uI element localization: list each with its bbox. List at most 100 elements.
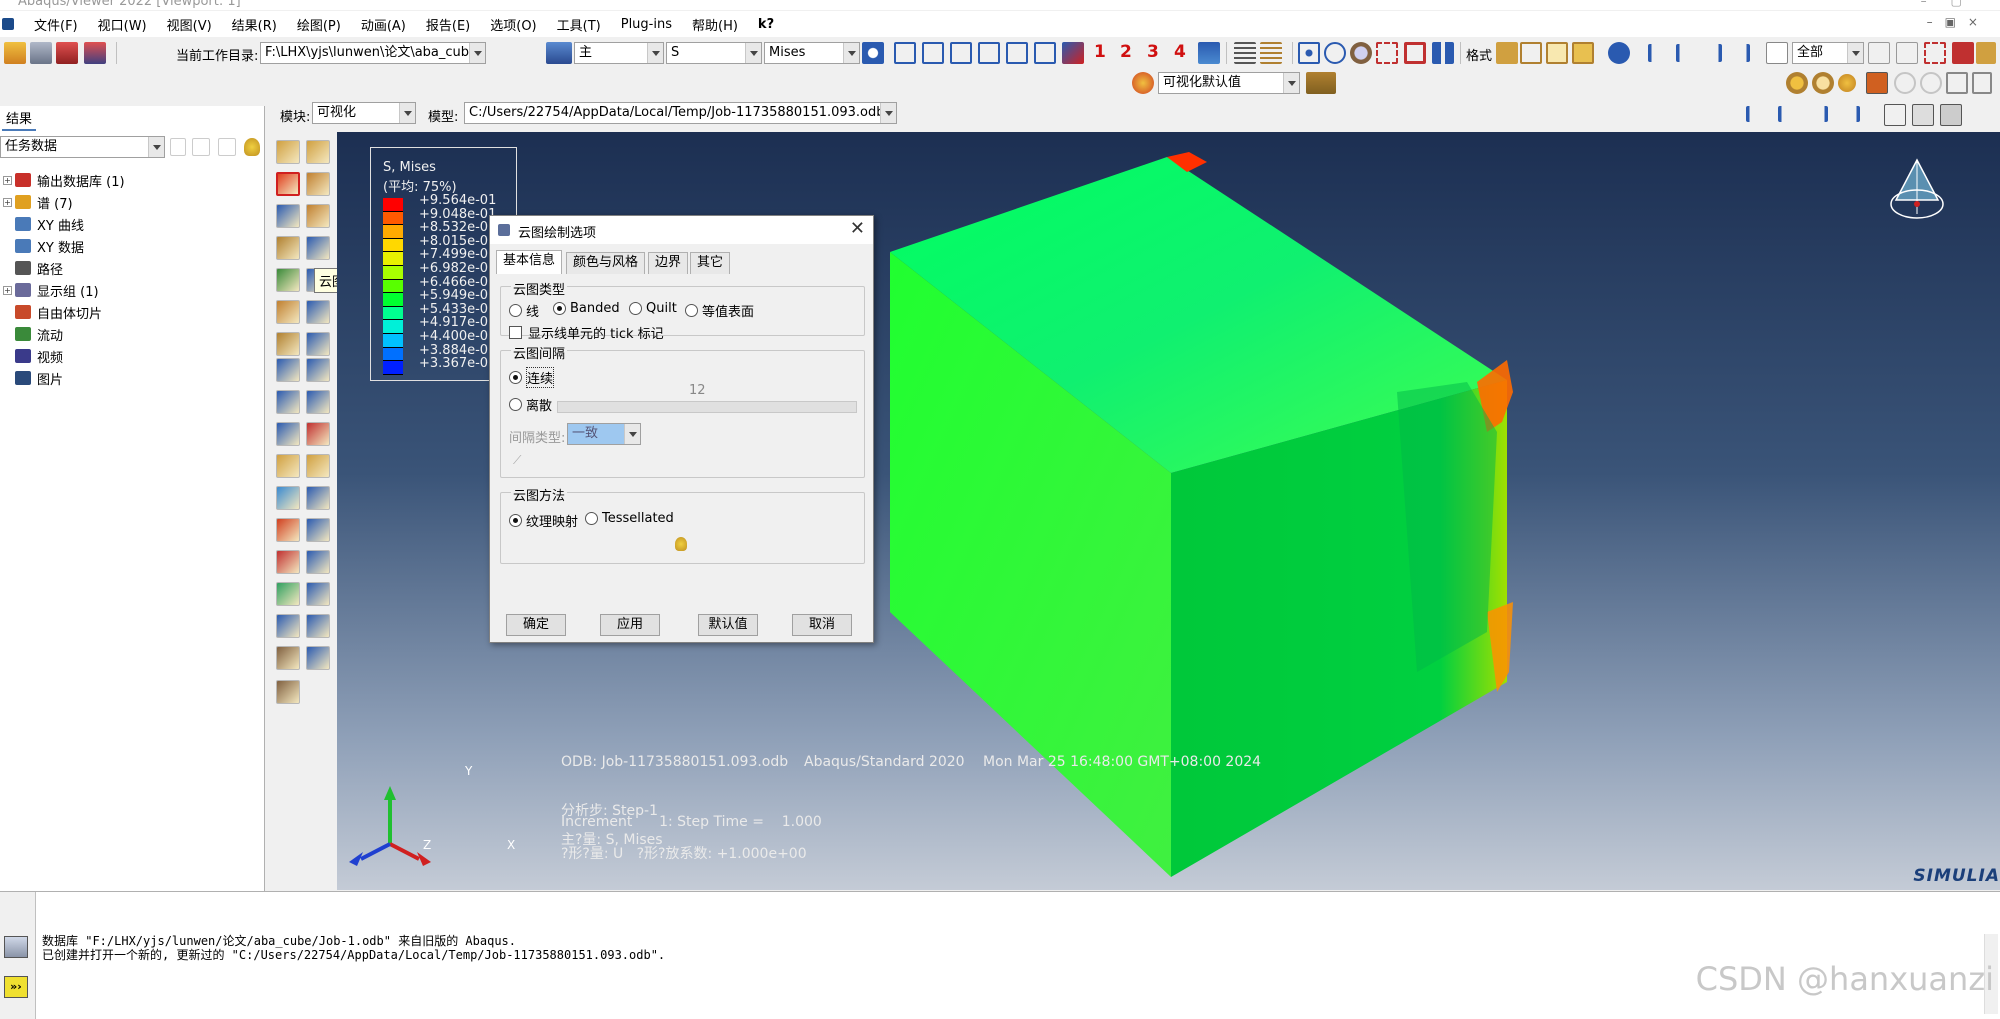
sphere-icon[interactable] — [1838, 74, 1856, 92]
sweep-manager-icon[interactable] — [306, 614, 330, 638]
plot-contours-both-icon[interactable] — [276, 268, 300, 292]
allow-multiple-plots-icon[interactable] — [276, 300, 300, 324]
lightbulb-icon[interactable] — [244, 138, 260, 156]
expand-icon[interactable] — [218, 138, 236, 156]
menu-animate[interactable]: 动画(A) — [351, 15, 416, 34]
tree-item[interactable]: 路径 — [0, 258, 63, 278]
chevron-down-icon[interactable] — [469, 43, 485, 63]
ok-button[interactable]: 确定 — [506, 614, 566, 636]
tree-item[interactable]: 自由体切片 — [0, 302, 102, 322]
dialog-title-bar[interactable]: 云图绘制选项 ✕ — [490, 216, 873, 244]
window-controls[interactable]: –▢ — [1921, 0, 1986, 8]
anim-prev-icon[interactable] — [1778, 106, 1796, 122]
expand-icon[interactable]: + — [3, 285, 12, 295]
chevron-down-icon[interactable] — [1847, 43, 1863, 63]
auto-fit-icon[interactable] — [1404, 42, 1426, 64]
path-manager-icon[interactable] — [306, 390, 330, 414]
sort-icon[interactable] — [170, 138, 186, 156]
defaults-button[interactable]: 默认值 — [698, 614, 758, 636]
module-combo[interactable]: 可视化 — [312, 102, 416, 124]
query-icon[interactable] — [1976, 42, 1996, 64]
palette-icon[interactable] — [1132, 72, 1154, 94]
free-body-manager-icon[interactable] — [306, 550, 330, 574]
symbol-options-icon[interactable] — [306, 204, 330, 228]
radio-discrete[interactable]: 离散 — [509, 395, 552, 414]
view-2-button[interactable]: 2 — [1120, 42, 1132, 62]
views-icon[interactable] — [1946, 72, 1968, 94]
last-frame-icon[interactable] — [1732, 44, 1750, 62]
animate-harmonic-icon[interactable] — [276, 358, 300, 382]
tree-item[interactable]: 图片 — [0, 368, 63, 388]
message-log-icon[interactable] — [4, 936, 28, 958]
lightbulb-icon[interactable] — [675, 537, 687, 551]
report-icon[interactable] — [276, 646, 300, 670]
next-frame-icon[interactable] — [1704, 44, 1722, 62]
xy-manager-icon[interactable] — [306, 422, 330, 446]
anim-next-icon[interactable] — [1810, 106, 1828, 122]
menu-plot[interactable]: 绘图(P) — [287, 15, 351, 34]
menu-whats-this[interactable]: k? — [748, 17, 784, 32]
app-icon[interactable] — [2, 18, 14, 30]
cycle-views-icon[interactable] — [1432, 42, 1454, 64]
radio-tessellated[interactable]: Tessellated — [585, 511, 674, 526]
tree-item[interactable]: XY 数据 — [0, 236, 84, 256]
free-body-icon[interactable] — [276, 550, 300, 574]
sweep-extrude-icon[interactable] — [276, 614, 300, 638]
print-icon[interactable] — [30, 42, 52, 64]
hide-icon[interactable] — [1952, 42, 1974, 64]
tree-item[interactable]: XY 曲线 — [0, 214, 84, 234]
menu-viewport[interactable]: 视口(W) — [88, 15, 157, 34]
chevron-down-icon[interactable] — [647, 43, 663, 63]
tick-marks-checkbox[interactable]: 显示线单元的 tick 标记 — [509, 323, 664, 342]
workdir-combo[interactable]: F:\LHX\yjs\lunwen\论文\aba_cube — [260, 42, 486, 64]
tab-basic[interactable]: 基本信息 — [496, 250, 563, 274]
expand-icon[interactable]: + — [3, 197, 12, 207]
tree-item[interactable]: 视频 — [0, 346, 63, 366]
magnify-icon[interactable] — [1350, 42, 1372, 64]
radio-line[interactable]: 线 — [509, 301, 539, 320]
iso-view-icon[interactable] — [1062, 42, 1084, 64]
ruler-icon[interactable] — [1234, 42, 1256, 64]
radio-texture-mapped[interactable]: 纹理映射 — [509, 511, 578, 530]
anim-last-icon[interactable] — [1842, 106, 1860, 122]
copy-viewport-icon[interactable] — [1884, 104, 1906, 126]
prev-frame-icon[interactable] — [1676, 44, 1694, 62]
translucency-icon[interactable] — [1786, 72, 1808, 94]
tools-icon[interactable] — [276, 582, 300, 606]
radio-isosurface[interactable]: 等值表面 — [685, 301, 754, 320]
interval-slider[interactable] — [557, 401, 857, 413]
plot-contours-options-icon[interactable] — [306, 172, 330, 196]
interval-type-combo[interactable]: 一致 — [567, 423, 641, 445]
query-manager-icon[interactable] — [306, 582, 330, 606]
csys-yz-icon[interactable] — [1006, 42, 1028, 64]
close-icon[interactable]: ✕ — [850, 218, 865, 239]
box-zoom-icon[interactable] — [1376, 42, 1398, 64]
field-output-icon[interactable] — [546, 42, 572, 64]
display-group-icon[interactable] — [1306, 72, 1336, 94]
render-style-icon[interactable] — [1496, 42, 1518, 64]
create-xy-data-icon[interactable] — [276, 422, 300, 446]
csys-zy-icon[interactable] — [1034, 42, 1056, 64]
probe-icon[interactable] — [1866, 72, 1888, 94]
view-4-button[interactable]: 4 — [1174, 42, 1186, 62]
csys-xz-icon[interactable] — [978, 42, 1000, 64]
chevron-down-icon[interactable] — [843, 43, 859, 63]
material-options-icon[interactable] — [306, 236, 330, 260]
tree-item[interactable]: + 输出数据库 (1) — [0, 170, 125, 190]
expand-icon[interactable]: + — [3, 175, 12, 185]
chevron-down-icon[interactable] — [1283, 73, 1299, 93]
tab-results[interactable]: 结果 — [2, 106, 37, 131]
create-stream-icon[interactable] — [276, 454, 300, 478]
select-arrow-icon[interactable] — [1766, 42, 1788, 64]
rotate-icon[interactable] — [1324, 42, 1346, 64]
menu-report[interactable]: 报告(E) — [416, 15, 480, 34]
box-select-icon[interactable] — [1924, 42, 1946, 64]
refresh-icon[interactable] — [862, 42, 884, 64]
view-cut-icon[interactable] — [276, 486, 300, 510]
mdi-controls[interactable]: –▣× — [1927, 15, 1990, 29]
shaded-icon[interactable] — [1572, 42, 1594, 64]
upgrade-database-icon[interactable] — [84, 42, 106, 64]
view-1-button[interactable]: 1 — [1094, 42, 1106, 62]
ladder-icon[interactable] — [1260, 42, 1282, 64]
tree-item[interactable]: 流动 — [0, 324, 63, 344]
